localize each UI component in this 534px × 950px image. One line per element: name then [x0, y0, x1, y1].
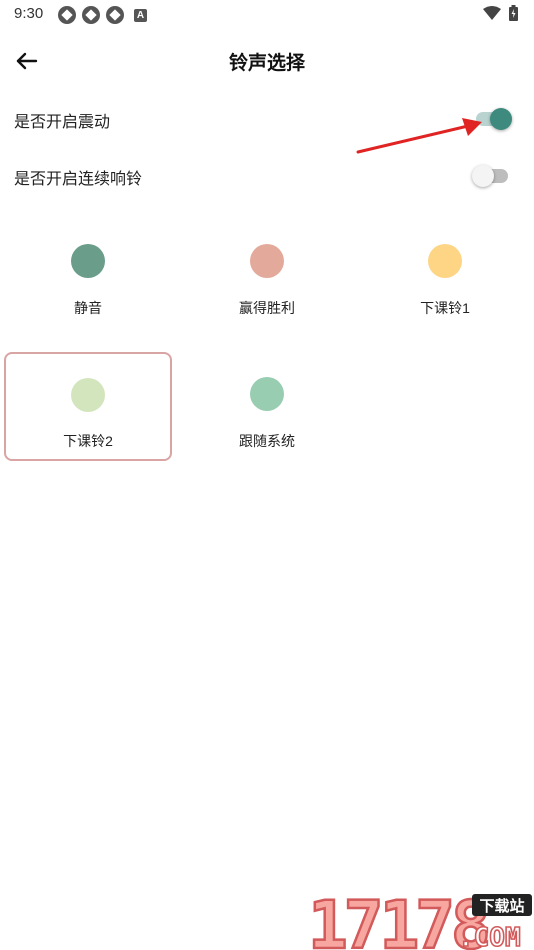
- wifi-icon: [483, 6, 501, 20]
- ringtone-color-dot: [428, 244, 462, 278]
- watermark-badge-text: 下载站: [479, 897, 524, 915]
- header: 铃声选择: [0, 38, 534, 84]
- continuous-ring-setting-row: 是否开启连续响铃: [0, 157, 534, 197]
- ringtone-color-dot: [250, 244, 284, 278]
- vibration-setting-label: 是否开启震动: [14, 114, 111, 131]
- app-notification-icon: [58, 6, 76, 24]
- annotation-arrow: [356, 118, 482, 154]
- ringtone-option-follow-system[interactable]: 跟随系统: [183, 352, 351, 458]
- ringtone-label: 跟随系统: [239, 433, 295, 449]
- ringtone-label: 下课铃2: [63, 433, 113, 449]
- status-notification-icons: A: [58, 6, 147, 24]
- toggle-thumb: [472, 165, 494, 187]
- battery-icon: [509, 5, 518, 21]
- status-time: 9:30: [14, 5, 44, 22]
- app-notification-icon: [82, 6, 100, 24]
- toggle-thumb: [490, 108, 512, 130]
- ringtone-color-dot: [71, 244, 105, 278]
- text-notification-icon: A: [134, 8, 147, 22]
- continuous-ring-setting-label: 是否开启连续响铃: [14, 171, 143, 188]
- app-notification-icon: [106, 6, 124, 24]
- status-bar: 9:30 A: [0, 0, 534, 28]
- ringtone-color-dot: [71, 378, 105, 412]
- watermark-logo: 17178 下载站 .COM: [307, 886, 532, 950]
- ringtone-label: 静音: [74, 300, 102, 316]
- ringtone-option-bell-2[interactable]: 下课铃2: [4, 352, 172, 461]
- ringtone-option-victory[interactable]: 赢得胜利: [183, 236, 351, 342]
- ringtone-option-silent[interactable]: 静音: [4, 236, 172, 342]
- ringtone-option-bell-1[interactable]: 下课铃1: [361, 236, 529, 342]
- status-system-icons: [483, 5, 518, 21]
- continuous-ring-toggle[interactable]: [472, 165, 512, 189]
- ringtone-color-dot: [250, 377, 284, 411]
- watermark-domain: .COM: [458, 923, 521, 950]
- ringtone-label: 下课铃1: [420, 300, 470, 316]
- ringtone-label: 赢得胜利: [239, 300, 295, 316]
- page-title: 铃声选择: [228, 53, 305, 74]
